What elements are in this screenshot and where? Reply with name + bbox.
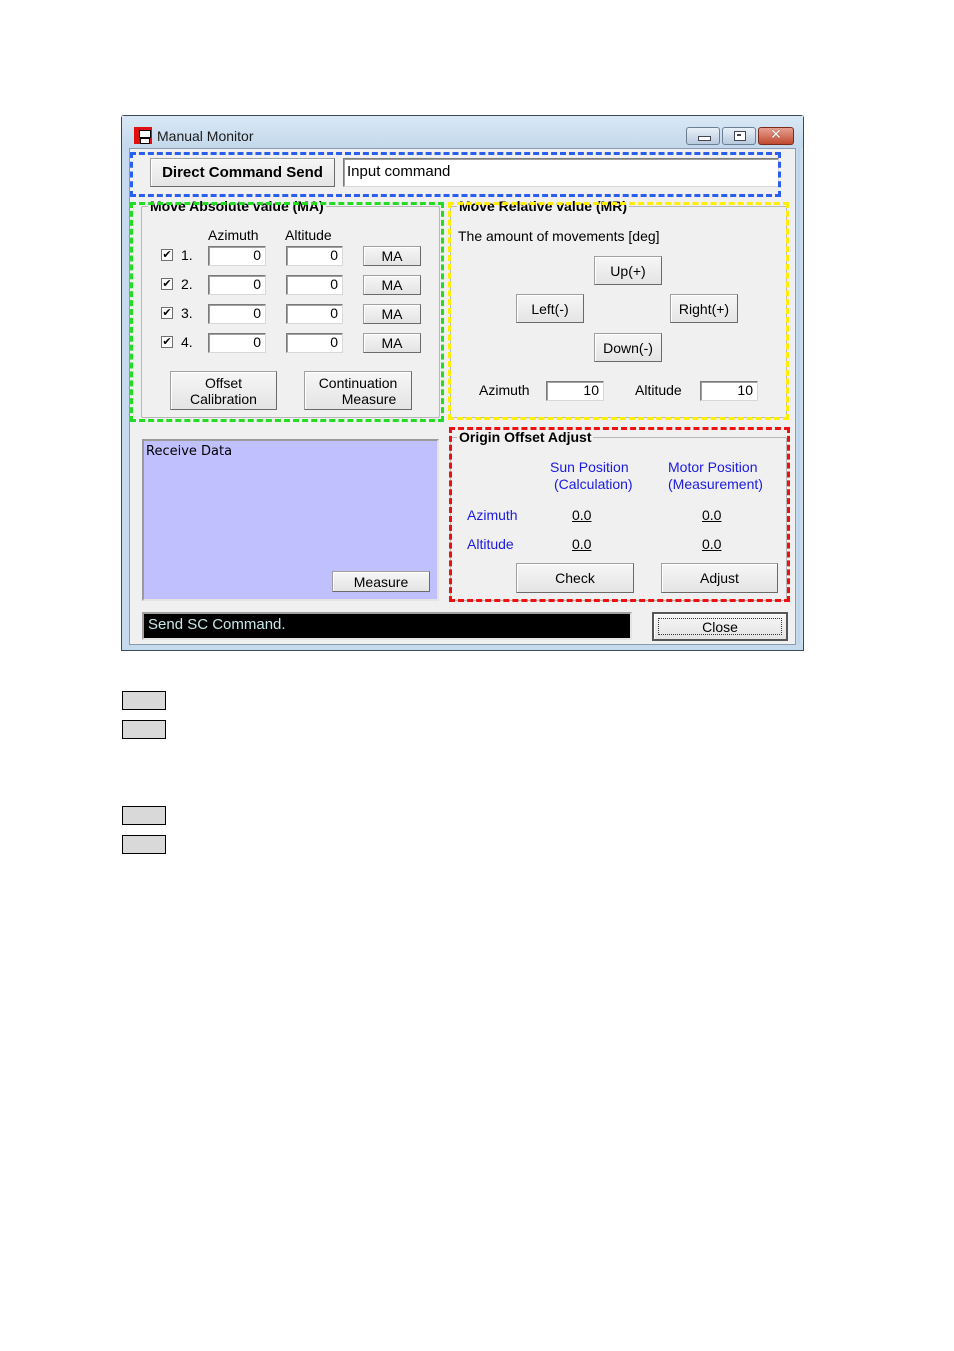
ma-row-2-altitude-input[interactable]: 0 xyxy=(286,275,343,295)
window-frame-edge xyxy=(798,148,803,645)
mr-altitude-input[interactable]: 10 xyxy=(700,381,758,401)
offset-calibration-button[interactable]: Offset Calibration xyxy=(170,371,277,410)
oo-altitude-label: Altitude xyxy=(467,536,514,552)
continuation-measure-button[interactable]: Continuation Measure xyxy=(304,371,412,410)
offset-calibration-line2: Calibration xyxy=(190,390,257,407)
sun-position-header-line1: Sun Position xyxy=(550,459,629,475)
ma-row-2-azimuth-input[interactable]: 0 xyxy=(208,275,266,295)
movement-amount-label: The amount of movements [deg] xyxy=(458,228,660,244)
ma-row-1-label: 1. xyxy=(181,247,193,263)
ma-row-4-azimuth-input[interactable]: 0 xyxy=(208,333,266,353)
close-button[interactable]: Close xyxy=(652,612,788,641)
legend-swatch-4 xyxy=(122,835,166,854)
left-button[interactable]: Left(-) xyxy=(516,294,584,323)
move-relative-title: Move Relative value (MR) xyxy=(457,198,630,214)
measure-button[interactable]: Measure xyxy=(332,571,430,592)
direct-command-send-button[interactable]: Direct Command Send xyxy=(150,158,335,187)
motor-position-header-line1: Motor Position xyxy=(668,459,758,475)
ma-row-4-checkbox[interactable]: ✔ xyxy=(161,336,173,348)
legend-swatch-1 xyxy=(122,691,166,710)
manual-monitor-window: Manual Monitor ✕ Direct Command Send Inp… xyxy=(121,115,804,651)
ma-row-4-altitude-input[interactable]: 0 xyxy=(286,333,343,353)
legend-swatch-2 xyxy=(122,720,166,739)
window-title: Manual Monitor xyxy=(157,128,254,144)
minimize-button[interactable] xyxy=(686,127,720,145)
ma-row-3-altitude-input[interactable]: 0 xyxy=(286,304,343,324)
ma-altitude-header: Altitude xyxy=(285,227,332,243)
command-input[interactable]: Input command xyxy=(343,158,779,187)
legend-swatch-3 xyxy=(122,806,166,825)
ma-row-2-button[interactable]: MA xyxy=(363,275,421,295)
mr-azimuth-label: Azimuth xyxy=(479,382,530,398)
check-button[interactable]: Check xyxy=(516,563,634,593)
maximize-icon xyxy=(734,131,746,141)
client-area: Direct Command Send Input command Move A… xyxy=(129,148,796,645)
motor-altitude-value: 0.0 xyxy=(702,536,722,552)
maximize-button[interactable] xyxy=(722,127,756,145)
receive-data-panel[interactable]: Receive Data Measure xyxy=(142,439,439,601)
ma-row-1-azimuth-input[interactable]: 0 xyxy=(208,246,266,266)
mr-altitude-label: Altitude xyxy=(635,382,682,398)
origin-offset-title: Origin Offset Adjust xyxy=(457,429,594,445)
ma-row-4-button[interactable]: MA xyxy=(363,333,421,353)
ma-row-2-label: 2. xyxy=(181,276,193,292)
offset-calibration-line1: Offset xyxy=(204,374,243,391)
sun-position-header-line2: (Calculation) xyxy=(554,476,633,492)
app-icon xyxy=(134,127,152,144)
sun-altitude-value: 0.0 xyxy=(572,536,592,552)
up-button[interactable]: Up(+) xyxy=(594,256,662,285)
ma-row-1-checkbox[interactable]: ✔ xyxy=(161,249,173,261)
receive-data-label: Receive Data xyxy=(146,444,233,459)
ma-row-2-checkbox[interactable]: ✔ xyxy=(161,278,173,290)
motor-position-header-line2: (Measurement) xyxy=(668,476,763,492)
ma-azimuth-header: Azimuth xyxy=(208,227,259,243)
ma-row-1-button[interactable]: MA xyxy=(363,246,421,266)
title-bar[interactable]: Manual Monitor ✕ xyxy=(122,116,803,148)
mr-azimuth-input[interactable]: 10 xyxy=(546,381,604,401)
ma-row-3-button[interactable]: MA xyxy=(363,304,421,324)
close-icon: ✕ xyxy=(770,127,782,143)
adjust-button[interactable]: Adjust xyxy=(661,563,778,593)
ma-row-1-altitude-input[interactable]: 0 xyxy=(286,246,343,266)
move-absolute-title: Move Absolute value (MA) xyxy=(148,198,326,214)
sun-azimuth-value: 0.0 xyxy=(572,507,592,523)
status-message: Send SC Command. xyxy=(142,612,632,640)
continuation-measure-line2: Measure xyxy=(341,390,397,407)
focus-indicator xyxy=(658,618,782,635)
minimize-icon xyxy=(698,136,711,141)
ma-row-3-label: 3. xyxy=(181,305,193,321)
window-close-button[interactable]: ✕ xyxy=(758,127,794,145)
oo-azimuth-label: Azimuth xyxy=(467,507,518,523)
ma-row-3-checkbox[interactable]: ✔ xyxy=(161,307,173,319)
down-button[interactable]: Down(-) xyxy=(594,333,662,362)
ma-row-4-label: 4. xyxy=(181,334,193,350)
ma-row-3-azimuth-input[interactable]: 0 xyxy=(208,304,266,324)
continuation-measure-line1: Continuation xyxy=(318,374,398,391)
right-button[interactable]: Right(+) xyxy=(670,294,738,323)
motor-azimuth-value: 0.0 xyxy=(702,507,722,523)
